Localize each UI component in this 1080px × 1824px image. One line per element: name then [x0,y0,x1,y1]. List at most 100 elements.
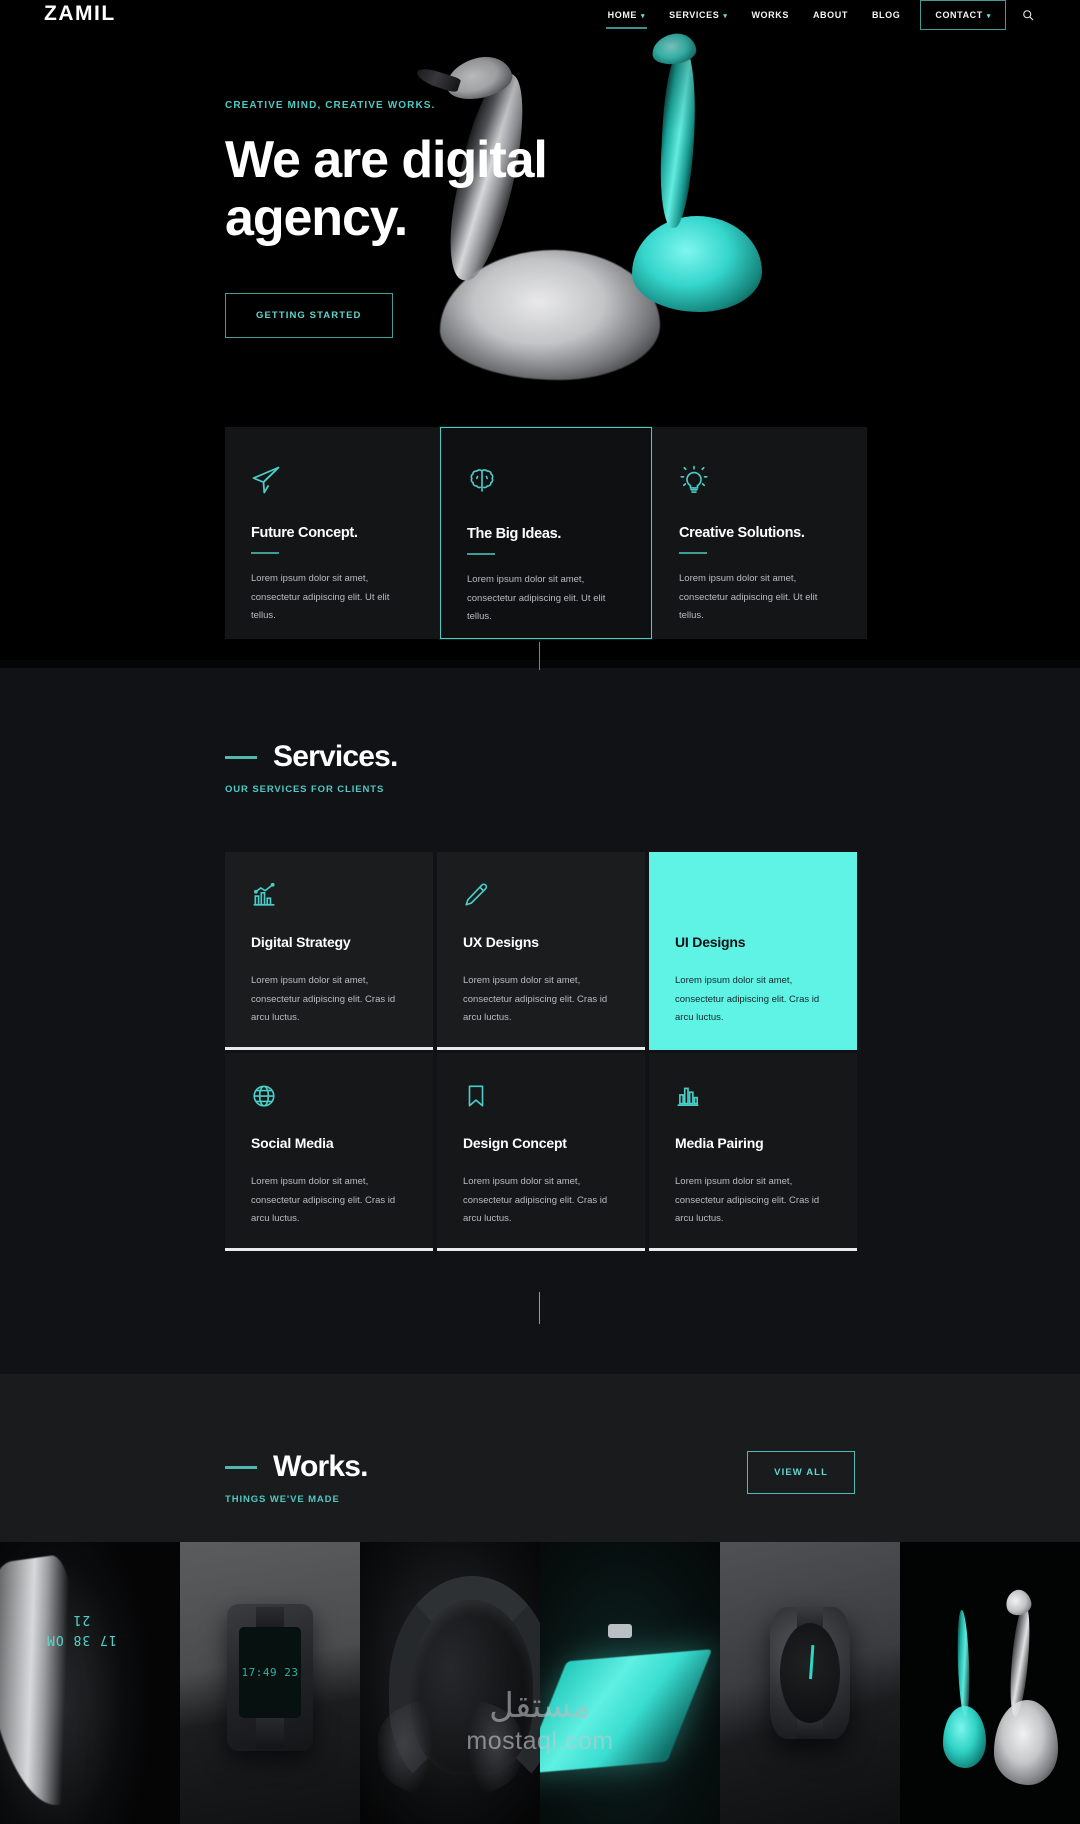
nav-label-services: SERVICES [669,10,720,20]
watch-hand [809,1644,815,1680]
works-subheading: THINGS WE'VE MADE [225,1494,340,1505]
heading-dash [225,755,257,759]
nav-item-about[interactable]: ABOUT [801,1,860,29]
nav-label-blog: BLOG [871,10,901,20]
service-card-ui-designs[interactable]: UI Designs Lorem ipsum dolor sit amet, c… [649,852,857,1050]
heading-dash [225,1465,257,1469]
feature-card-creative-solutions[interactable]: Creative Solutions. Lorem ipsum dolor si… [653,427,867,639]
service-text: Lorem ipsum dolor sit amet, consectetur … [251,1176,396,1225]
nav-item-blog[interactable]: BLOG [860,1,912,29]
watch-face: 17:49 23 [238,1627,302,1719]
grey-flamingo-body [993,1699,1059,1785]
work-tile-headphones[interactable] [360,1542,540,1824]
nav-label-contact: CONTACT [935,10,983,20]
service-title: Design Concept [463,1135,567,1151]
service-icon-placeholder [675,882,831,916]
page-title: We are digital agency. [225,131,548,248]
service-card-social-media[interactable]: Social Media Lorem ipsum dolor sit amet,… [225,1053,433,1251]
nav-item-home[interactable]: HOME ▾ [596,1,658,29]
feature-cards: Future Concept. Lorem ipsum dolor sit am… [225,427,880,642]
services-subheading: OUR SERVICES FOR CLIENTS [225,784,385,795]
feature-divider [467,553,495,555]
service-underline [225,1047,433,1050]
service-title: Social Media [251,1135,334,1151]
paper-plane-icon [251,465,413,501]
work-tile-square-watch[interactable]: 17:49 23 [180,1542,360,1824]
teal-flamingo-neck [657,47,699,229]
service-underline [225,1248,433,1251]
feature-text: Lorem ipsum dolor sit amet, consectetur … [251,573,390,622]
nav-label-home: HOME [607,10,638,20]
works-gallery: 17:49 23 [0,1542,1080,1824]
lightbulb-icon [679,465,841,501]
work-tile-teal-keyboard[interactable] [540,1542,720,1824]
grey-flamingo-head [1003,1587,1035,1618]
service-text: Lorem ipsum dolor sit amet, consectetur … [463,975,608,1024]
hero-content: CREATIVE MIND, CREATIVE WORKS. We are di… [225,100,548,339]
work-tile-flamingos[interactable] [900,1542,1080,1824]
nav-item-contact[interactable]: CONTACT ▾ [920,0,1006,30]
watch-display-text: 17:49 23 [241,1666,299,1680]
service-card-media-pairing[interactable]: Media Pairing Lorem ipsum dolor sit amet… [649,1053,857,1251]
bar-chart-icon [675,1083,831,1117]
services-heading-block: Services. OUR SERVICES FOR CLIENTS [225,740,398,795]
globe-icon [251,1083,407,1117]
service-underline [437,1047,645,1050]
getting-started-button[interactable]: GETTING STARTED [225,293,393,339]
nav-item-works[interactable]: WORKS [739,1,801,29]
work-tile-fitness-band[interactable] [0,1542,180,1824]
service-underline [437,1248,645,1251]
feature-text: Lorem ipsum dolor sit amet, consectetur … [679,573,818,622]
chevron-down-icon: ▾ [723,12,728,20]
square-watch-body: 17:49 23 [226,1604,314,1751]
site-logo[interactable]: ZAMIL [44,2,116,26]
bookmark-icon [463,1083,619,1117]
feature-card-the-big-ideas[interactable]: The Big Ideas. Lorem ipsum dolor sit ame… [440,427,652,639]
main-navigation: HOME ▾ SERVICES ▾ WORKS ABOUT BLOG CONTA… [596,0,1036,30]
service-card-ux-designs[interactable]: UX Designs Lorem ipsum dolor sit amet, c… [437,852,645,1050]
feature-title: The Big Ideas. [467,526,562,542]
section-connector-line-2 [539,1292,540,1324]
nav-label-about: ABOUT [812,10,848,20]
feature-divider [679,552,707,554]
service-title: UX Designs [463,934,539,950]
hero-title-line-2: agency. [225,189,408,248]
service-title: Digital Strategy [251,934,351,950]
works-heading-block: Works. THINGS WE'VE MADE [225,1450,368,1505]
teal-flamingo-neck [955,1609,971,1717]
service-text: Lorem ipsum dolor sit amet, consectetur … [463,1176,608,1225]
search-icon[interactable] [1020,7,1036,23]
page-root: CREATIVE MIND, CREATIVE WORKS. We are di… [0,0,1080,1824]
hero-title-line-1: We are digital [225,131,548,189]
teal-flamingo-body [632,216,762,312]
service-title: Media Pairing [675,1135,764,1151]
chart-growth-icon [251,882,407,916]
chevron-down-icon: ▾ [641,12,646,20]
site-header: ZAMIL HOME ▾ SERVICES ▾ WORKS ABOUT BLOG… [0,0,1080,30]
service-text: Lorem ipsum dolor sit amet, consectetur … [675,1176,820,1225]
section-connector-line [539,642,540,670]
services-grid: Digital Strategy Lorem ipsum dolor sit a… [225,852,857,1251]
watch-face [779,1622,841,1724]
services-heading: Services. [273,740,398,773]
works-heading: Works. [273,1450,368,1483]
watch-band-bottom [256,1715,284,1748]
view-all-button[interactable]: VIEW ALL [747,1451,855,1494]
chevron-down-icon: ▾ [986,12,991,20]
work-tile-round-watch[interactable] [720,1542,900,1824]
feature-divider [251,552,279,554]
nav-label-works: WORKS [751,10,789,20]
service-card-digital-strategy[interactable]: Digital Strategy Lorem ipsum dolor sit a… [225,852,433,1050]
teal-flamingo-head [952,1594,973,1617]
feature-card-future-concept[interactable]: Future Concept. Lorem ipsum dolor sit am… [225,427,439,639]
feature-text: Lorem ipsum dolor sit amet, consectetur … [467,574,606,623]
nav-item-services[interactable]: SERVICES ▾ [657,1,739,29]
feature-title: Creative Solutions. [679,525,805,541]
round-watch-body [770,1606,850,1740]
service-text: Lorem ipsum dolor sit amet, consectetur … [251,975,396,1024]
service-text: Lorem ipsum dolor sit amet, consectetur … [675,975,820,1024]
brain-icon [467,466,625,502]
service-card-design-concept[interactable]: Design Concept Lorem ipsum dolor sit ame… [437,1053,645,1251]
hero-kicker: CREATIVE MIND, CREATIVE WORKS. [225,100,436,111]
service-title: UI Designs [675,934,746,950]
